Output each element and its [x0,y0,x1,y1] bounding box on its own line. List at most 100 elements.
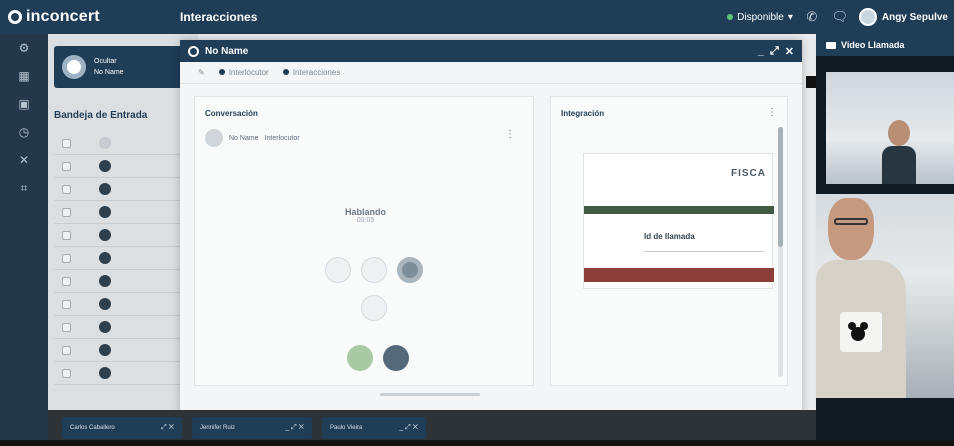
row-checkbox[interactable] [62,276,71,286]
talking-label: Hablando [345,207,387,217]
row-checkbox[interactable] [62,322,71,332]
horizontal-scrollbar[interactable] [380,393,480,396]
video-toggle-icon[interactable] [806,76,816,88]
calendar-icon[interactable]: ▦ [0,62,48,90]
held-card [840,312,882,352]
call-id-field[interactable] [644,244,764,252]
window-controls[interactable]: _ ⤢ ✕ [285,424,304,432]
participant-name: No Name [229,134,259,142]
list-item[interactable] [54,293,198,316]
status-dropdown[interactable]: Disponible ▾ [727,12,793,23]
tab-interacciones[interactable]: Interacciones [180,10,257,24]
row-checkbox[interactable] [62,184,71,194]
channel-icon [99,344,111,356]
conversation-title: Conversación [205,109,258,118]
list-item[interactable] [54,132,198,155]
minimized-chat[interactable]: Carlos Caballero ⤢ ✕ [62,417,182,439]
hold-button[interactable] [361,257,387,283]
glasses-shape [834,218,868,225]
list-item[interactable] [54,362,198,385]
participant[interactable]: No Name Interlocutor [205,129,300,147]
chat-icon [188,45,199,57]
scroll-thumb[interactable] [778,127,783,247]
mute-button[interactable] [325,257,351,283]
list-item[interactable] [54,201,198,224]
reports-icon[interactable]: ⌗ [0,174,48,202]
more-options-icon[interactable]: ⋮ [767,107,777,118]
agent-info: Ocultar No Name [94,56,124,78]
row-checkbox[interactable] [62,230,71,240]
channel-icon [99,252,111,264]
tab-label: Interacciones [292,68,341,77]
form-footer-bar [584,268,774,282]
minimized-chat-label: Paulo Vieira [330,425,363,431]
status-label: Disponible [737,11,784,23]
inbox-title: Bandeja de Entrada [54,110,148,121]
row-checkbox[interactable] [62,368,71,378]
window-controls[interactable]: ⤢ ✕ [161,424,174,432]
history-icon[interactable]: ◷ [0,118,48,146]
local-video [816,194,954,398]
user-name: Angy Sepulve [881,11,948,23]
phone-icon[interactable]: ✆ [803,8,821,26]
row-checkbox[interactable] [62,345,71,355]
list-item[interactable] [54,270,198,293]
logo-icon [8,10,22,24]
video-panel: Video Llamada [806,34,954,446]
window-controls[interactable]: _ ⤢ ✕ [399,424,418,432]
tools-icon[interactable]: ✕ [0,146,48,174]
list-item[interactable] [54,247,198,270]
notification-icon[interactable]: 🗨 [831,8,849,26]
chevron-down-icon: ▾ [787,11,793,23]
form-header-bar [584,206,774,214]
logo-text: inconcert [26,8,100,25]
row-checkbox[interactable] [62,253,71,263]
list-item[interactable] [54,155,198,178]
edit-icon[interactable]: ✎ [198,68,205,77]
list-item[interactable] [54,178,198,201]
app-logo: inconcert [8,8,168,26]
avatar [205,129,223,147]
expand-icon[interactable]: ⤢ [770,45,779,58]
integration-panel: Integración ⋮ FISCA Id de llamada [550,96,788,386]
minimize-icon[interactable]: _ [758,45,764,58]
top-right-area: Disponible ▾ ✆ 🗨 Angy Sepulve [727,0,948,34]
call-status: Hablando 00:05 [345,207,386,224]
chat-window-title: No Name [205,45,249,57]
chat-window-header[interactable]: No Name _ ⤢ ✕ [180,40,802,62]
channel-icon [99,160,111,172]
row-checkbox[interactable] [62,138,71,148]
agent-card[interactable]: Ocultar No Name [54,46,192,88]
minimized-chat-label: Jennifer Ruiz [200,425,236,431]
minimized-chat[interactable]: Jennifer Ruiz _ ⤢ ✕ [192,417,312,439]
list-item[interactable] [54,316,198,339]
remote-participant-image [882,120,916,184]
user-menu[interactable]: Angy Sepulve [858,8,948,26]
inbox-list [54,132,198,385]
row-checkbox[interactable] [62,161,71,171]
minimized-chat[interactable]: Paulo Vieira _ ⤢ ✕ [322,417,426,439]
list-item[interactable] [54,339,198,362]
row-checkbox[interactable] [62,207,71,217]
record-button[interactable] [397,257,423,283]
settings-icon[interactable]: ⚙ [0,34,48,62]
hangup-button[interactable] [383,345,409,371]
more-options-icon[interactable]: ⋮ [505,129,515,140]
call-id-label: Id de llamada [644,232,695,241]
answer-button[interactable] [347,345,373,371]
video-title: Video Llamada [841,40,905,50]
minimized-chat-label: Carlos Caballero [70,425,115,431]
local-participant-head [828,198,874,260]
scrollbar[interactable] [778,127,783,377]
tab-interlocutor[interactable]: Interlocutor [218,68,269,77]
transfer-button[interactable] [361,295,387,321]
inbox-icon[interactable]: ▣ [0,90,48,118]
row-checkbox[interactable] [62,299,71,309]
channel-icon [99,229,111,241]
list-item[interactable] [54,224,198,247]
agent-line1: Ocultar [94,58,117,65]
participant-status: Interlocutor [264,134,300,142]
history-icon [282,69,289,75]
close-icon[interactable]: ✕ [785,45,794,58]
tab-interacciones[interactable]: Interacciones [282,68,341,77]
